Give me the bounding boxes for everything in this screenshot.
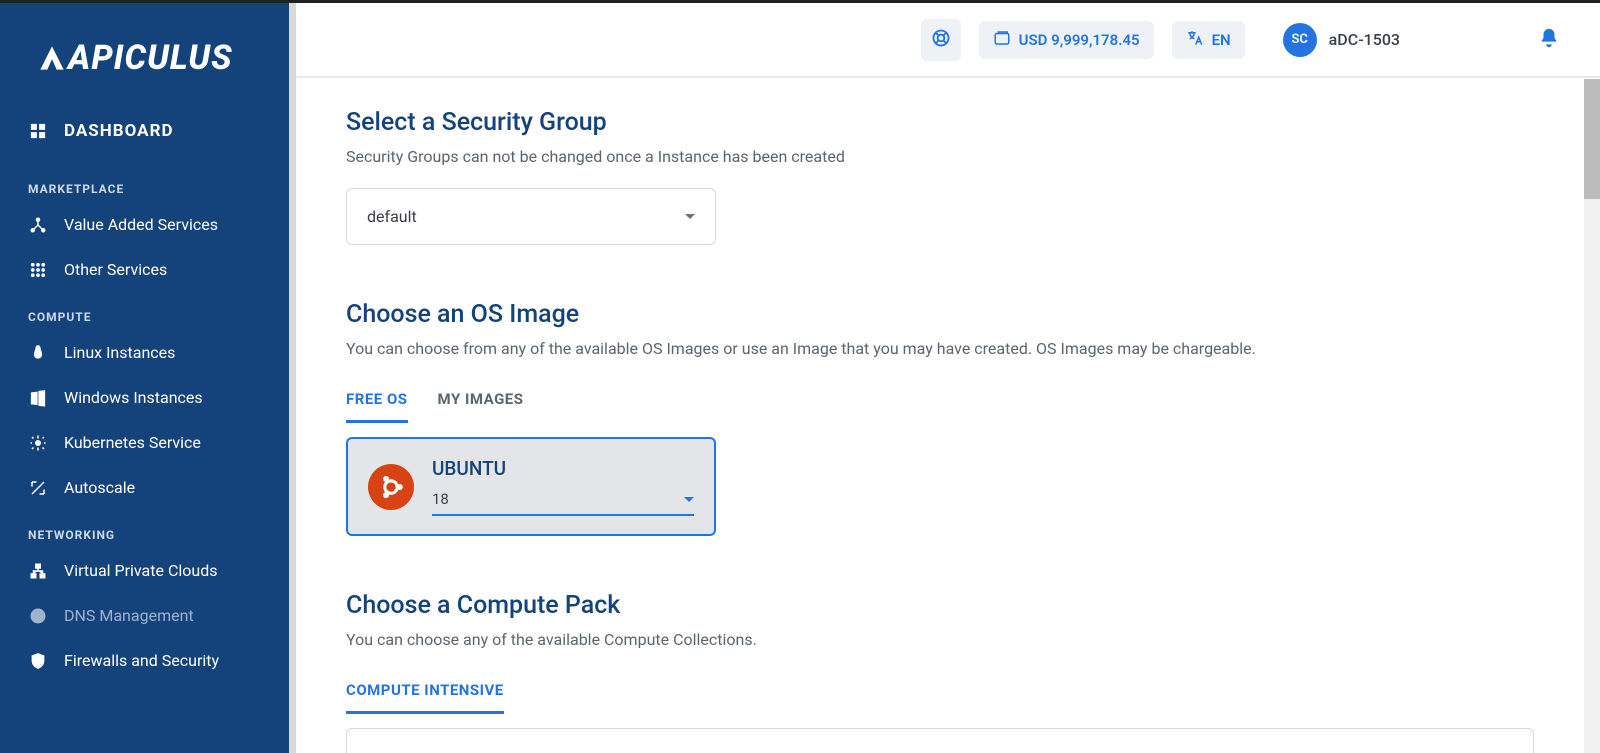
help-button[interactable] [921, 19, 961, 61]
nav-label: DNS Management [64, 606, 194, 625]
bell-icon [1538, 34, 1560, 53]
compute-pack-section: Choose a Compute Pack You can choose any… [346, 591, 1534, 753]
security-group-value: default [367, 207, 417, 226]
nav-label: Linux Instances [64, 343, 175, 362]
brand-logo: APICULUS [0, 28, 289, 108]
compute-pack-help: You can choose any of the available Comp… [346, 630, 1534, 649]
nav-firewalls[interactable]: Firewalls and Security [0, 638, 289, 683]
os-tabs: FREE OS MY IMAGES [346, 380, 1534, 423]
nav-dns-management[interactable]: DNS Management [0, 593, 289, 638]
dashboard-icon [28, 122, 48, 140]
nav-kubernetes-service[interactable]: Kubernetes Service [0, 420, 289, 465]
nav-linux-instances[interactable]: Linux Instances [0, 330, 289, 375]
balance-text: USD 9,999,178.45 [1019, 31, 1140, 49]
security-group-select[interactable]: default [346, 188, 716, 245]
security-group-section: Select a Security Group Security Groups … [346, 108, 1534, 245]
windows-icon [28, 389, 48, 407]
compute-pack-title: Choose a Compute Pack [346, 591, 1534, 620]
translate-icon [1186, 29, 1204, 51]
scrollbar-track[interactable] [1584, 79, 1600, 753]
nav-dashboard-label: DASHBOARD [64, 121, 174, 141]
sidebar: APICULUS DASHBOARD MARKETPLACE Value Add… [0, 3, 289, 753]
chevron-down-icon [684, 497, 694, 502]
os-version-select[interactable]: 18 [432, 486, 694, 516]
nav-label: Other Services [64, 260, 167, 279]
user-menu[interactable]: SC aDC-1503 [1283, 23, 1400, 57]
avatar: SC [1283, 23, 1317, 57]
network-icon [28, 562, 48, 580]
nav-label: Firewalls and Security [64, 651, 219, 670]
tab-my-images[interactable]: MY IMAGES [438, 380, 524, 423]
nav-label: Autoscale [64, 478, 135, 497]
section-networking: NETWORKING [0, 510, 289, 548]
language-text: EN [1212, 31, 1231, 49]
nav-label: Kubernetes Service [64, 433, 201, 452]
os-card-texts: UBUNTU 18 [432, 457, 694, 516]
autoscale-icon [28, 479, 48, 497]
grid-icon [28, 261, 48, 279]
user-label: aDC-1503 [1329, 30, 1400, 49]
lifebuoy-icon [931, 28, 951, 52]
os-card-ubuntu[interactable]: UBUNTU 18 [346, 437, 716, 536]
notifications-button[interactable] [1538, 27, 1560, 53]
main-content: Select a Security Group Security Groups … [296, 78, 1584, 753]
nav-windows-instances[interactable]: Windows Instances [0, 375, 289, 420]
scrollbar-thumb[interactable] [1584, 79, 1600, 199]
compute-options-panel [346, 728, 1534, 753]
tab-free-os[interactable]: FREE OS [346, 380, 408, 423]
nav-label: Value Added Services [64, 215, 218, 234]
language-switch[interactable]: EN [1172, 21, 1245, 59]
kubernetes-icon [28, 434, 48, 452]
os-image-title: Choose an OS Image [346, 300, 1534, 329]
os-image-section: Choose an OS Image You can choose from a… [346, 300, 1534, 536]
services-icon [28, 216, 48, 234]
balance-chip[interactable]: USD 9,999,178.45 [979, 21, 1154, 59]
globe-icon [28, 607, 48, 625]
nav-dashboard[interactable]: DASHBOARD [0, 108, 289, 154]
os-image-help: You can choose from any of the available… [346, 339, 1534, 358]
chevron-down-icon [685, 214, 695, 219]
topbar: USD 9,999,178.45 EN SC aDC-1503 [296, 3, 1600, 78]
wallet-icon [993, 29, 1011, 51]
nav-autoscale[interactable]: Autoscale [0, 465, 289, 510]
os-name: UBUNTU [432, 457, 694, 480]
compute-tabs: COMPUTE INTENSIVE [346, 671, 1534, 714]
shield-icon [28, 652, 48, 670]
nav-vpc[interactable]: Virtual Private Clouds [0, 548, 289, 593]
sidebar-resize-handle[interactable] [289, 3, 296, 753]
os-version-value: 18 [432, 490, 449, 508]
security-group-help: Security Groups can not be changed once … [346, 147, 1534, 166]
nav-label: Virtual Private Clouds [64, 561, 217, 580]
ubuntu-icon [368, 464, 414, 510]
security-group-title: Select a Security Group [346, 108, 1534, 137]
tab-compute-intensive[interactable]: COMPUTE INTENSIVE [346, 671, 504, 714]
nav-value-added-services[interactable]: Value Added Services [0, 202, 289, 247]
section-compute: COMPUTE [0, 292, 289, 330]
section-marketplace: MARKETPLACE [0, 164, 289, 202]
nav-label: Windows Instances [64, 388, 203, 407]
nav-other-services[interactable]: Other Services [0, 247, 289, 292]
linux-icon [28, 344, 48, 362]
